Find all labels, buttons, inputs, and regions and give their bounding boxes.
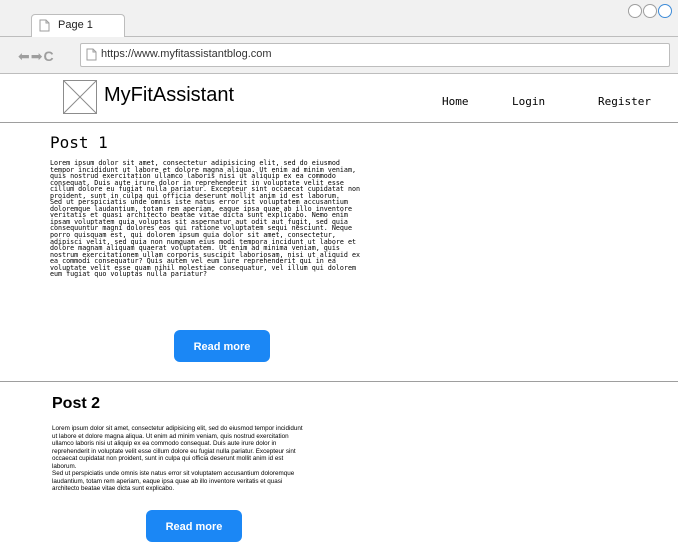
forward-arrow-icon[interactable]: ➡ [31, 48, 44, 64]
post-card: Post 2 Lorem ipsum dolor sit amet, conse… [0, 382, 678, 542]
minimize-circle-icon[interactable] [628, 4, 642, 18]
navigation-bar: ⬅➡C https://www.myfitassistantblog.com [0, 37, 678, 74]
close-circle-icon[interactable] [658, 4, 672, 18]
logo-placeholder-cross [64, 81, 96, 113]
read-more-button[interactable]: Read more [146, 510, 242, 542]
image-placeholder-icon [63, 80, 97, 114]
nav-register-link[interactable]: Register [598, 95, 651, 108]
maximize-circle-icon[interactable] [643, 4, 657, 18]
url-text: https://www.myfitassistantblog.com [101, 48, 272, 60]
post-body: Lorem ipsum dolor sit amet, consectetur … [52, 425, 303, 492]
post-title: Post 1 [50, 133, 108, 152]
page-icon [39, 19, 50, 32]
read-more-button[interactable]: Read more [174, 330, 270, 362]
back-arrow-icon[interactable]: ⬅ [18, 48, 31, 64]
site-title: MyFitAssistant [104, 84, 235, 106]
window-controls [627, 4, 672, 23]
address-bar[interactable]: https://www.myfitassistantblog.com [80, 43, 670, 67]
reload-icon[interactable]: C [43, 48, 54, 64]
nav-login-link[interactable]: Login [512, 95, 545, 108]
site-header: MyFitAssistant Home Login Register [0, 74, 678, 123]
page-icon [86, 48, 97, 61]
post-title: Post 2 [52, 395, 101, 412]
nav-home-link[interactable]: Home [442, 95, 469, 108]
tab-bar: Page 1 [0, 0, 678, 37]
post-body: Lorem ipsum dolor sit amet, consectetur … [50, 159, 361, 279]
post-card: Post 1 Lorem ipsum dolor sit amet, conse… [0, 123, 678, 382]
browser-tab[interactable]: Page 1 [31, 14, 125, 37]
nav-buttons: ⬅➡C [18, 48, 55, 65]
tab-label: Page 1 [58, 19, 93, 31]
